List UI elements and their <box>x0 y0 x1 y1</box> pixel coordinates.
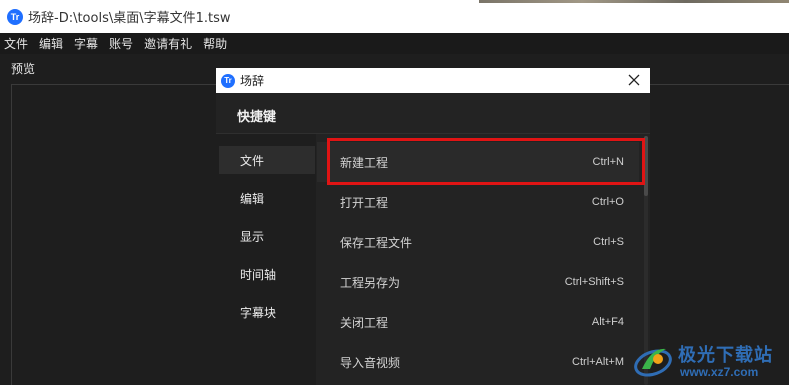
preview-label: 预览 <box>11 62 36 76</box>
dialog-title: 场辞 <box>240 74 265 88</box>
watermark-logo-icon <box>632 339 674 381</box>
category-sidebar: 文件 编辑 显示 时间轴 字幕块 <box>216 134 316 385</box>
category-timeline[interactable]: 时间轴 <box>219 260 315 288</box>
dialog-titlebar: Tr 场辞 <box>216 68 650 93</box>
category-file[interactable]: 文件 <box>219 146 315 174</box>
dialog-heading: 快捷键 <box>237 110 277 125</box>
shortcut-key: Ctrl+S <box>593 236 624 248</box>
shortcut-name: 关闭工程 <box>340 315 389 330</box>
shortcut-row[interactable]: 打开工程 Ctrl+O <box>317 182 639 222</box>
watermark-url: www.xz7.com <box>680 364 759 379</box>
window-title: 场辞-D:\tools\桌面\字幕文件1.tsw <box>28 11 231 26</box>
shortcut-name: 导入音视频 <box>340 355 401 370</box>
shortcuts-dialog: Tr 场辞 快捷键 文件 编辑 显示 时间轴 字幕块 新建工程 Ctrl+N 打… <box>216 68 650 385</box>
menu-account[interactable]: 账号 <box>109 35 133 52</box>
watermark: 极光下载站 www.xz7.com <box>632 334 789 385</box>
menu-file[interactable]: 文件 <box>4 35 28 52</box>
shortcut-key: Alt+F4 <box>591 316 624 328</box>
watermark-text: 极光下载站 www.xz7.com <box>678 341 773 379</box>
shortcut-key: Ctrl+Shift+S <box>564 276 624 288</box>
dialog-logo-icon: Tr <box>221 73 235 88</box>
menu-invite[interactable]: 邀请有礼 <box>144 35 192 52</box>
menu-subtitle[interactable]: 字幕 <box>74 35 98 52</box>
annotation-highlight-box <box>327 138 645 185</box>
category-display[interactable]: 显示 <box>219 222 315 250</box>
watermark-brand: 极光下载站 <box>678 344 773 366</box>
shortcut-name: 打开工程 <box>340 195 389 210</box>
shortcut-row[interactable]: 导入音视频 Ctrl+Alt+M <box>317 342 639 382</box>
window-titlebar: Tr 场辞-D:\tools\桌面\字幕文件1.tsw <box>0 0 789 33</box>
menu-edit[interactable]: 编辑 <box>39 35 63 52</box>
shortcut-name: 工程另存为 <box>340 275 401 290</box>
close-icon[interactable] <box>624 70 644 90</box>
shortcut-row[interactable]: 关闭工程 Alt+F4 <box>317 302 639 342</box>
category-subtitle-block[interactable]: 字幕块 <box>219 298 315 326</box>
shortcut-key: Ctrl+O <box>591 196 624 208</box>
shortcut-row[interactable]: 工程另存为 Ctrl+Shift+S <box>317 262 639 302</box>
category-edit[interactable]: 编辑 <box>219 184 315 212</box>
app-logo-icon: Tr <box>7 8 23 25</box>
menu-help[interactable]: 帮助 <box>203 35 227 52</box>
shortcut-key: Ctrl+Alt+M <box>572 356 624 368</box>
shortcut-name: 保存工程文件 <box>340 235 413 250</box>
menu-bar: 文件 编辑 字幕 账号 邀请有礼 帮助 <box>0 33 789 54</box>
background-strip <box>479 0 789 3</box>
shortcut-row[interactable]: 保存工程文件 Ctrl+S <box>317 222 639 262</box>
